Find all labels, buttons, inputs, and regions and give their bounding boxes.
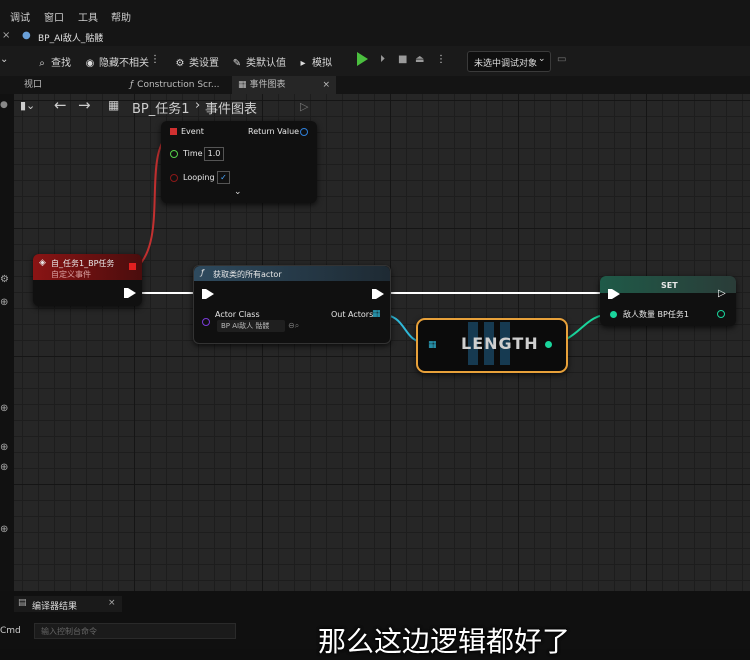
time-pin[interactable] bbox=[170, 150, 178, 158]
console-placeholder: 输入控制台命令 bbox=[41, 627, 97, 636]
return-value-pin[interactable] bbox=[300, 128, 308, 136]
time-value-field[interactable]: 1.0 bbox=[204, 147, 224, 161]
get-all-actors-node[interactable]: ƒ 获取类的所有actor Actor Class BP AI敌人 骷髅 ⊖⌕ … bbox=[193, 265, 391, 344]
exec-out-pin[interactable]: ▷ bbox=[718, 288, 726, 299]
video-subtitle: 那么这边逻辑都好了 bbox=[318, 625, 571, 658]
exec-out-pin[interactable] bbox=[124, 288, 136, 298]
set-node[interactable]: SET ▷ 敌人数量 BP任务1 bbox=[600, 276, 736, 326]
looping-checkbox[interactable]: ✓ bbox=[217, 171, 230, 184]
cmd-label: Cmd bbox=[0, 626, 21, 636]
set-variable-label: 敌人数量 BP任务1 bbox=[623, 310, 689, 319]
browse-icon[interactable]: ⊖⌕ bbox=[288, 321, 299, 331]
actor-class-label: Actor Class bbox=[215, 310, 260, 319]
function-icon: ƒ bbox=[201, 268, 204, 277]
event-pin-label: Event bbox=[181, 127, 204, 136]
length-node[interactable]: ▦ LENGTH bbox=[416, 318, 568, 373]
exec-in-pin[interactable] bbox=[202, 289, 214, 299]
custom-event-title: 自_任务1_BP任务 bbox=[51, 259, 115, 268]
set-title: SET bbox=[661, 281, 678, 290]
actor-class-pin[interactable] bbox=[202, 318, 210, 326]
close-icon[interactable]: × bbox=[108, 598, 116, 608]
value-out-pin[interactable] bbox=[717, 310, 725, 318]
out-actors-pin[interactable]: ▦ bbox=[372, 309, 381, 319]
length-out-pin[interactable] bbox=[545, 341, 552, 348]
custom-event-subtitle: 自定义事件 bbox=[51, 270, 91, 279]
exec-in-pin[interactable] bbox=[608, 289, 620, 299]
actor-class-value: BP AI敌人 骷髅 bbox=[221, 322, 270, 330]
chevron-down-icon[interactable]: ⌄ bbox=[234, 187, 242, 197]
array-in-pin[interactable]: ▦ bbox=[428, 340, 437, 350]
compiler-results-tab[interactable]: ▤ 编译器结果 × bbox=[14, 596, 122, 612]
event-pin[interactable] bbox=[170, 128, 177, 135]
set-timer-node[interactable]: Event Return Value Time 1.0 Looping ✓ ⌄ bbox=[161, 121, 317, 203]
looping-label: Looping bbox=[183, 173, 215, 182]
compiler-results-label: 编译器结果 bbox=[32, 602, 78, 612]
custom-event-node[interactable]: ◈ 自_任务1_BP任务 自定义事件 bbox=[33, 254, 142, 306]
return-value-label: Return Value bbox=[248, 127, 300, 136]
exec-out-pin[interactable] bbox=[372, 289, 384, 299]
list-icon: ▤ bbox=[18, 598, 27, 608]
time-label: Time bbox=[183, 149, 203, 158]
looping-pin[interactable] bbox=[170, 174, 178, 182]
out-actors-label: Out Actors bbox=[331, 310, 374, 319]
length-title: LENGTH bbox=[461, 334, 539, 353]
delegate-pin[interactable] bbox=[129, 263, 136, 270]
console-command-input[interactable]: 输入控制台命令 bbox=[34, 623, 236, 639]
get-all-actors-title: 获取类的所有actor bbox=[213, 270, 282, 279]
actor-class-select[interactable]: BP AI敌人 骷髅 bbox=[217, 320, 285, 332]
event-icon: ◈ bbox=[39, 258, 46, 268]
value-in-pin[interactable] bbox=[610, 311, 617, 318]
